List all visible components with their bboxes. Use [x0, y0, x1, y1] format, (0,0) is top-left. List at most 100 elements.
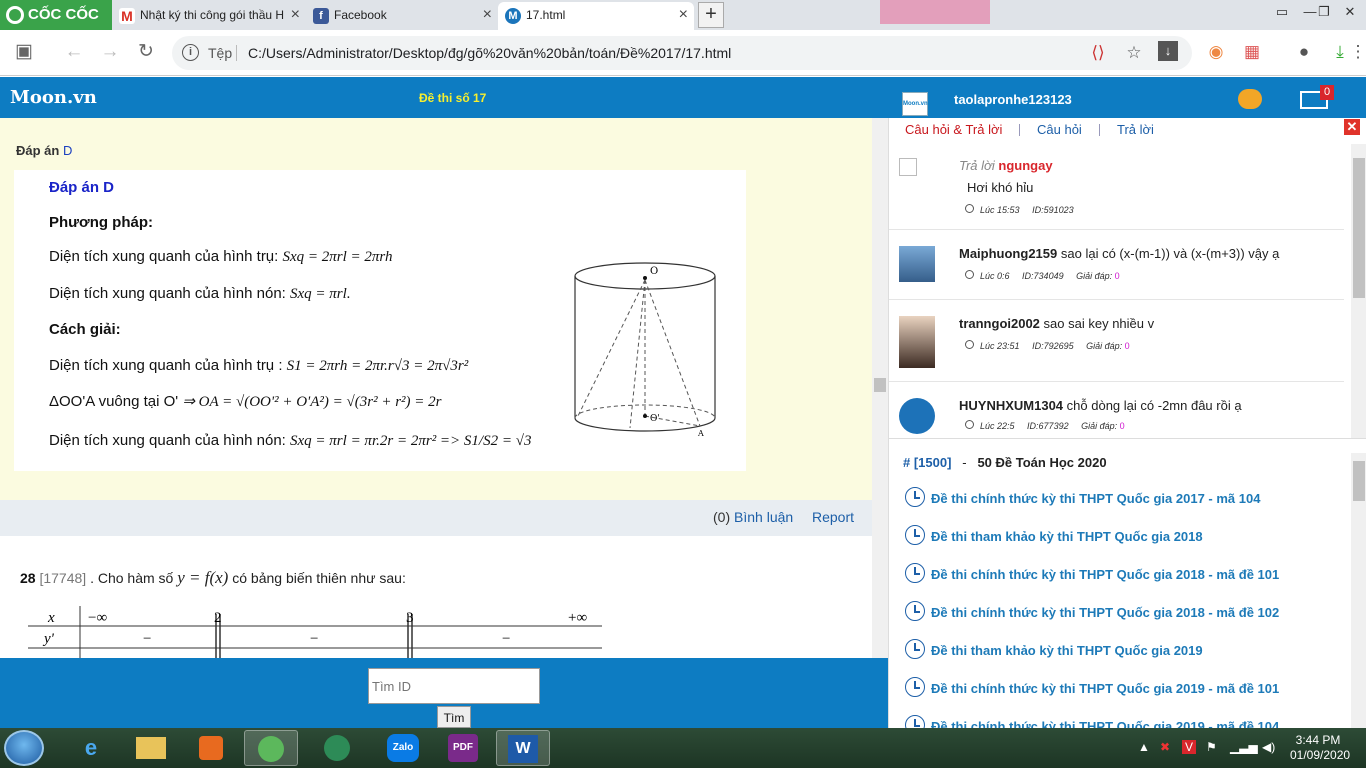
scrollbar-thumb[interactable]	[874, 378, 886, 392]
url-text[interactable]: C:/Users/Administrator/Desktop/đg/gõ%20v…	[248, 36, 731, 70]
exam-link[interactable]: Đề thi chính thức kỳ thi THPT Quốc gia 2…	[905, 487, 1260, 507]
exam-title: Đề thi chính thức kỳ thi THPT Quốc gia 2…	[931, 681, 1280, 696]
chat-icon[interactable]	[1238, 89, 1262, 109]
flag-icon[interactable]: ⚑	[1206, 740, 1217, 754]
back-icon[interactable]: ←	[62, 40, 86, 64]
scrollbar-thumb[interactable]	[1353, 461, 1365, 501]
tab-facebook[interactable]: f Facebook ×	[306, 2, 498, 30]
zalo-label: Zalo	[387, 734, 419, 762]
tab-list-icon[interactable]: ▭	[1270, 4, 1294, 20]
media-player-icon[interactable]	[184, 730, 238, 766]
network-alert-icon[interactable]: ✖	[1160, 740, 1170, 754]
close-icon[interactable]: ×	[679, 2, 688, 28]
comment-bar: (0) Bình luận Report	[0, 500, 872, 536]
tab-17-html[interactable]: M 17.html ×	[498, 2, 694, 30]
label-o-prime: O'	[650, 414, 660, 424]
app-icon[interactable]	[310, 730, 364, 766]
scrollbar-thumb[interactable]	[1353, 158, 1365, 298]
new-tab-button[interactable]: +	[698, 2, 724, 28]
exam-link[interactable]: Đề thi tham khảo kỳ thi THPT Quốc gia 20…	[905, 525, 1203, 545]
word-icon[interactable]: W	[496, 730, 550, 766]
qa-scrollbar[interactable]	[1351, 144, 1366, 438]
coccoc-brand[interactable]: CỐC CỐC	[0, 0, 112, 30]
close-icon[interactable]: ×	[483, 2, 492, 28]
calendar-icon[interactable]: ▦	[1240, 40, 1264, 64]
exam-group-id[interactable]: # [1500]	[903, 455, 951, 470]
search-button[interactable]: Tìm	[437, 706, 471, 728]
question-id[interactable]: [17748]	[39, 570, 86, 586]
tab-answers[interactable]: Trả lời	[1117, 122, 1154, 137]
qa-item[interactable]: Trả lời ngungay Hơi khó hỉu Lúc 15:53 ID…	[889, 148, 1344, 230]
exam-link[interactable]: Đề thi chính thức kỳ thi THPT Quốc gia 2…	[905, 715, 1279, 728]
ie-icon[interactable]: e	[64, 730, 118, 766]
coccoc-taskbar-icon[interactable]	[244, 730, 298, 766]
start-button[interactable]	[4, 730, 44, 766]
qa-item[interactable]: tranngoi2002 sao sai key nhiều v Lúc 23:…	[889, 300, 1344, 382]
info-icon[interactable]: i	[182, 44, 199, 61]
qa-user[interactable]: ngungay	[998, 158, 1052, 173]
tab-questions[interactable]: Câu hỏi	[1037, 122, 1082, 137]
menu-icon[interactable]: ⋮	[1346, 40, 1366, 64]
qa-item[interactable]: HUYNHXUM1304 chỗ dòng lại có -2mn đâu rồ…	[889, 382, 1344, 438]
close-window-icon[interactable]: ✕	[1338, 4, 1362, 20]
exam-link[interactable]: Đề thi tham khảo kỳ thi THPT Quốc gia 20…	[905, 639, 1203, 659]
show-hidden-icon[interactable]: ▲	[1138, 740, 1150, 754]
qa-user[interactable]: tranngoi2002	[959, 316, 1040, 331]
main-scrollbar[interactable]	[872, 118, 888, 658]
comment-label: Bình luận	[734, 509, 794, 525]
word-label: W	[508, 735, 538, 763]
forward-icon[interactable]: →	[98, 40, 122, 64]
qa-item[interactable]: Maiphuong2159 sao lại có (x-(m-1)) và (x…	[889, 230, 1344, 300]
v-icon[interactable]: V	[1182, 740, 1197, 754]
method-heading: Phương pháp:	[49, 214, 154, 231]
coccoc-icon[interactable]: ◉	[1204, 40, 1228, 64]
site-logo[interactable]: Moon.vn	[10, 87, 97, 108]
question-math: y = f(x)	[177, 568, 229, 587]
explorer-icon[interactable]	[124, 730, 178, 766]
close-icon[interactable]: ✕	[1344, 119, 1360, 135]
address-bar: ▣ ← → ↻ i Tệp C:/Users/Administrator/Des…	[0, 30, 1366, 76]
clock-icon	[965, 420, 974, 429]
translate-icon[interactable]: ⟨⟩	[1086, 41, 1110, 65]
qa-user[interactable]: HUYNHXUM1304	[959, 398, 1063, 413]
qa-user[interactable]: Maiphuong2159	[959, 246, 1057, 261]
profile-icon[interactable]: ●	[1292, 40, 1316, 64]
exam-link[interactable]: Đề thi chính thức kỳ thi THPT Quốc gia 2…	[905, 601, 1279, 621]
restore-icon[interactable]: ❐	[1312, 4, 1336, 20]
clock-icon	[965, 204, 974, 213]
comment-link[interactable]: (0) Bình luận	[713, 509, 793, 525]
exam-group-name: 50 Đề Toán Học 2020	[977, 455, 1107, 470]
qa-text: sao lại có (x-(m-1)) và (x-(m+3)) vậy ạ	[1060, 246, 1280, 261]
volume-icon[interactable]: ◀)	[1262, 740, 1275, 754]
sidebar-toggle-icon[interactable]: ▣	[12, 40, 36, 64]
close-icon[interactable]: ×	[291, 2, 300, 28]
zalo-icon[interactable]: Zalo	[376, 730, 430, 766]
username[interactable]: taolapronhe123123	[954, 92, 1072, 107]
reload-icon[interactable]: ↻	[134, 40, 158, 64]
gmail-icon: M	[119, 8, 135, 24]
qa-time: Lúc 15:53	[980, 205, 1020, 215]
footer-search-bar: Tìm	[0, 658, 888, 728]
pdf-icon[interactable]: PDF	[436, 730, 490, 766]
exam-link[interactable]: Đề thi chính thức kỳ thi THPT Quốc gia 2…	[905, 677, 1279, 697]
sidebar-header: Moon.vn taolapronhe123123 0	[888, 77, 1366, 118]
exam-title: Đề thi chính thức kỳ thi THPT Quốc gia 2…	[931, 567, 1280, 582]
download-icon[interactable]: ↓	[1158, 41, 1178, 61]
tab-gmail[interactable]: M Nhật ký thi công gói thầu H ×	[112, 2, 306, 30]
exam-link[interactable]: Đề thi chính thức kỳ thi THPT Quốc gia 2…	[905, 563, 1279, 583]
search-id-input[interactable]	[368, 668, 540, 704]
bookmark-star-icon[interactable]: ☆	[1122, 41, 1146, 65]
qa-text: Hơi khó hỉu	[967, 180, 1034, 195]
url-field[interactable]: i Tệp C:/Users/Administrator/Desktop/đg/…	[172, 36, 1192, 70]
windows-taskbar: e Zalo PDF W ▲ ✖ V ⚑ ▁▃▅ ◀) 3:44 PM 01/0…	[0, 728, 1366, 768]
tab-divider	[1019, 124, 1020, 136]
report-link[interactable]: Report	[812, 509, 854, 525]
system-clock[interactable]: 3:44 PM 01/09/2020	[1290, 733, 1350, 763]
signal-icon[interactable]: ▁▃▅	[1230, 740, 1258, 754]
qa-author-line: Trả lời ngungay	[959, 158, 1053, 173]
step-text: Diện tích xung quanh của hình trụ :	[49, 357, 283, 374]
tab-qa[interactable]: Câu hỏi & Trả lời	[905, 122, 1002, 137]
user-avatar[interactable]: Moon.vn	[902, 92, 928, 116]
step-math: Sxq = πrl = πr.2r = 2πr² => S1/S2 = √3	[290, 433, 532, 449]
exam-scrollbar[interactable]	[1351, 453, 1366, 728]
